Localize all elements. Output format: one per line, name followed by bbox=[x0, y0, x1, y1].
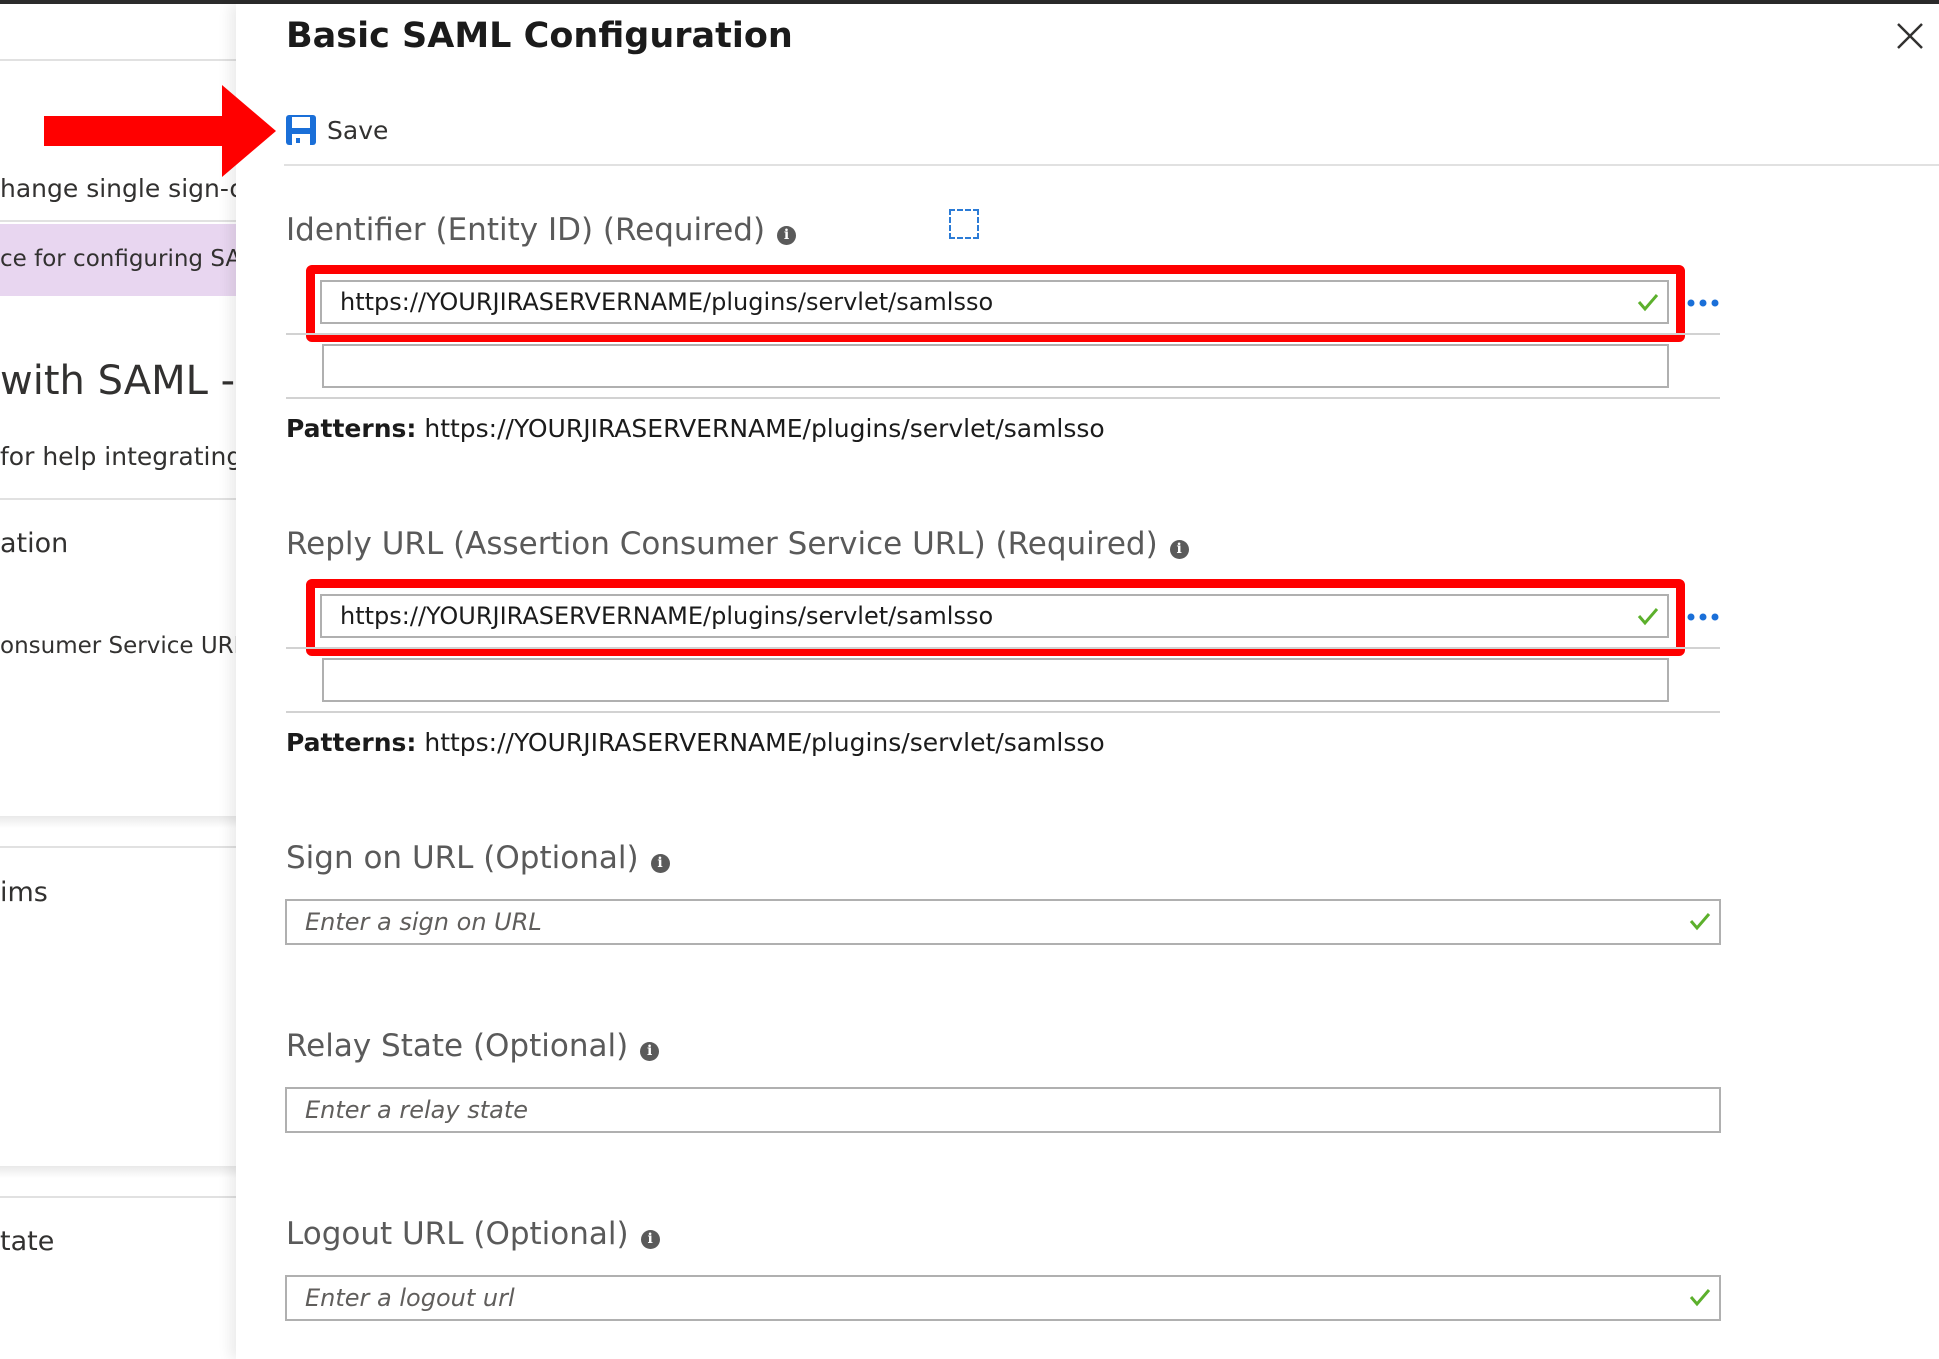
relay-state-placeholder: Enter a relay state bbox=[305, 1096, 529, 1124]
bg-heading: with SAML - P bbox=[0, 358, 236, 404]
relay-state-label: Relay State (Optional) i bbox=[286, 1028, 660, 1064]
reply-url-label: Reply URL (Assertion Consumer Service UR… bbox=[286, 526, 1189, 562]
row-divider bbox=[286, 647, 1720, 649]
annotation-highlight-box bbox=[306, 265, 1685, 342]
annotation-highlight-box bbox=[306, 579, 1685, 656]
bg-help-text: for help integrating J bbox=[0, 442, 236, 471]
bg-item-change-sso[interactable]: hange single sign-on bbox=[0, 174, 236, 203]
bg-section-claims: ims bbox=[0, 877, 48, 908]
bg-section-configuration: ation bbox=[0, 528, 69, 559]
row-divider bbox=[286, 333, 1720, 335]
sign-on-url-placeholder: Enter a sign on URL bbox=[305, 908, 542, 936]
divider bbox=[0, 220, 236, 222]
divider bbox=[0, 1196, 236, 1198]
bg-section-certificate: tate bbox=[0, 1226, 55, 1257]
more-options-icon[interactable] bbox=[1686, 298, 1720, 308]
annotation-arrow-icon bbox=[44, 85, 276, 177]
logout-url-label: Logout URL (Optional) i bbox=[286, 1216, 660, 1252]
patterns-value: https://YOURJIRASERVERNAME/plugins/servl… bbox=[424, 414, 1105, 443]
patterns-value: https://YOURJIRASERVERNAME/plugins/servl… bbox=[424, 728, 1105, 757]
background-blade: hange single sign-on ce for configuring … bbox=[0, 4, 236, 1359]
bg-field-acs-url: onsumer Service URL bbox=[0, 633, 236, 659]
divider bbox=[0, 846, 236, 848]
row-divider bbox=[286, 711, 1720, 713]
save-disk-icon bbox=[286, 115, 316, 145]
reply-url-patterns: Patterns: https://YOURJIRASERVERNAME/plu… bbox=[286, 728, 1105, 757]
identifier-additional-input[interactable] bbox=[322, 344, 1669, 388]
save-button[interactable]: Save bbox=[284, 110, 388, 150]
info-icon[interactable]: i bbox=[640, 1041, 660, 1061]
sign-on-url-input[interactable]: Enter a sign on URL bbox=[285, 899, 1721, 945]
toolbar-divider bbox=[284, 164, 1939, 166]
logout-url-placeholder: Enter a logout url bbox=[305, 1284, 515, 1312]
bg-item-guide[interactable]: ce for configuring SAM bbox=[0, 246, 236, 272]
check-icon bbox=[1689, 913, 1711, 931]
check-icon bbox=[1689, 1289, 1711, 1307]
relay-state-input[interactable]: Enter a relay state bbox=[285, 1087, 1721, 1133]
panel-title: Basic SAML Configuration bbox=[286, 16, 793, 56]
reply-url-additional-input[interactable] bbox=[322, 658, 1669, 702]
card-shadow bbox=[0, 816, 236, 828]
identifier-patterns: Patterns: https://YOURJIRASERVERNAME/plu… bbox=[286, 414, 1105, 443]
close-icon[interactable] bbox=[1895, 21, 1925, 51]
more-options-icon[interactable] bbox=[1686, 612, 1720, 622]
sign-on-url-label: Sign on URL (Optional) i bbox=[286, 840, 670, 876]
identifier-label: Identifier (Entity ID) (Required) i bbox=[286, 212, 797, 248]
card-shadow bbox=[0, 1166, 236, 1178]
divider bbox=[0, 59, 236, 61]
focus-indicator bbox=[949, 209, 979, 239]
basic-saml-configuration-panel: Basic SAML Configuration Save Identifier… bbox=[236, 4, 1939, 1359]
identifier-label-text: Identifier (Entity ID) (Required) bbox=[286, 212, 766, 248]
reply-url-label-text: Reply URL (Assertion Consumer Service UR… bbox=[286, 526, 1158, 562]
info-icon[interactable]: i bbox=[777, 225, 797, 245]
info-icon[interactable]: i bbox=[650, 853, 670, 873]
logout-url-input[interactable]: Enter a logout url bbox=[285, 1275, 1721, 1321]
save-label: Save bbox=[327, 115, 389, 145]
info-icon[interactable]: i bbox=[640, 1229, 660, 1249]
row-divider bbox=[286, 397, 1720, 399]
patterns-label: Patterns: bbox=[286, 414, 417, 443]
info-icon[interactable]: i bbox=[1169, 539, 1189, 559]
sign-on-url-label-text: Sign on URL (Optional) bbox=[286, 840, 639, 876]
divider bbox=[0, 498, 236, 500]
patterns-label: Patterns: bbox=[286, 728, 417, 757]
logout-url-label-text: Logout URL (Optional) bbox=[286, 1216, 629, 1252]
relay-state-label-text: Relay State (Optional) bbox=[286, 1028, 629, 1064]
